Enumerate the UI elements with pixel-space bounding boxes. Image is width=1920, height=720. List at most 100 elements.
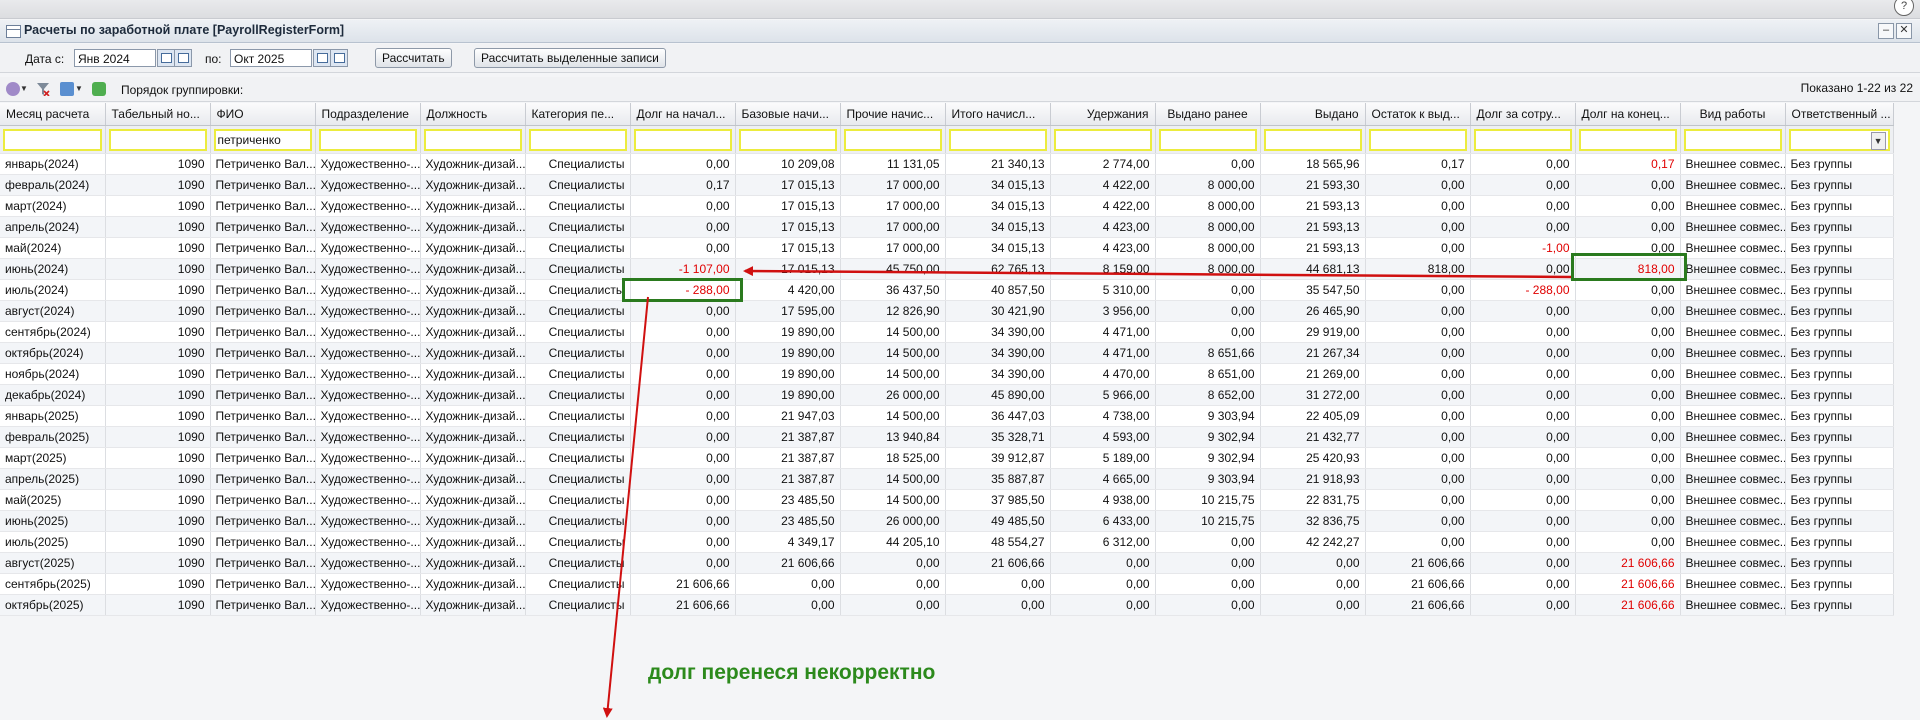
date-picker-icon[interactable] (174, 49, 192, 67)
column-header[interactable]: Выдано ранее (1155, 103, 1261, 126)
table-row[interactable]: апрель(2024) 1090 Петриченко Вал... Художес… (0, 216, 1894, 238)
table-row[interactable]: май(2024) 1090 Петриченко Вал... Художестве… (0, 237, 1894, 259)
column-header[interactable]: Вид работы (1680, 103, 1786, 126)
calculate-button[interactable]: Рассчитать (375, 48, 452, 68)
table-cell: Петриченко Вал... (210, 195, 316, 217)
filter-input[interactable] (108, 128, 207, 151)
column-header[interactable]: Должность (420, 103, 526, 126)
column-header[interactable]: Подразделение (315, 103, 421, 126)
table-row[interactable]: октябрь(2024) 1090 Петриченко Вал... Художе… (0, 342, 1894, 364)
table-row[interactable]: сентябрь(2025) 1090 Петриченко Вал... Худож… (0, 573, 1894, 595)
calendar-icon[interactable] (157, 49, 175, 67)
column-header[interactable]: Прочие начис... (840, 103, 946, 126)
filter-input[interactable] (1368, 128, 1467, 151)
column-header[interactable]: Месяц расчета (0, 103, 106, 126)
table-row[interactable]: август(2025) 1090 Петриченко Вал... Художес… (0, 552, 1894, 574)
column-header[interactable]: Долг на конец... (1575, 103, 1681, 126)
table-row[interactable]: август(2024) 1090 Петриченко Вал... Художес… (0, 300, 1894, 322)
filter-input[interactable] (1473, 128, 1572, 151)
table-cell: 21 606,66 (1365, 552, 1471, 574)
filter-input[interactable] (1158, 128, 1257, 151)
table-cell: 0,00 (1470, 573, 1576, 595)
column-header[interactable]: Долг за сотру... (1470, 103, 1576, 126)
table-row[interactable]: март(2025) 1090 Петриченко Вал... Художеств… (0, 447, 1894, 469)
table-cell: 8 000,00 (1155, 216, 1261, 238)
table-row[interactable]: сентябрь(2024) 1090 Петриченко Вал... Худож… (0, 321, 1894, 343)
table-cell: Петриченко Вал... (210, 531, 316, 553)
date-to-field[interactable]: Окт 2025 (230, 49, 312, 67)
filter-input[interactable] (423, 128, 522, 151)
chevron-down-icon[interactable]: ▼ (75, 82, 83, 96)
column-header[interactable]: Итого начисл... (945, 103, 1051, 126)
table-row[interactable]: май(2025) 1090 Петриченко Вал... Художестве… (0, 489, 1894, 511)
table-row[interactable]: январь(2024) 1090 Петриченко Вал... Художес… (0, 153, 1894, 175)
table-row[interactable]: ноябрь(2024) 1090 Петриченко Вал... Художес… (0, 363, 1894, 385)
filter-input[interactable] (1683, 128, 1782, 151)
table-cell: Специалисты (525, 216, 631, 238)
date-picker-icon[interactable] (330, 49, 348, 67)
table-cell: Специалисты (525, 384, 631, 406)
minimize-button[interactable]: – (1878, 23, 1894, 39)
fio-filter-input[interactable]: петриченко (213, 128, 312, 151)
table-row[interactable]: июнь(2024) 1090 Петриченко Вал... Художеств… (0, 258, 1894, 280)
close-button[interactable]: ✕ (1896, 23, 1912, 39)
table-cell: 0,00 (1260, 573, 1366, 595)
filter-input[interactable] (528, 128, 627, 151)
filter-input[interactable] (1578, 128, 1677, 151)
column-header[interactable]: Табельный но... (105, 103, 211, 126)
table-cell: Художник-дизай... (420, 468, 526, 490)
column-header[interactable]: Остаток к выд... (1365, 103, 1471, 126)
filter-input[interactable] (1263, 128, 1362, 151)
columns-menu-icon[interactable] (60, 82, 74, 96)
calendar-icon[interactable] (313, 49, 331, 67)
table-row[interactable]: март(2024) 1090 Петриченко Вал... Художеств… (0, 195, 1894, 217)
filter-input[interactable]: ▼ (1788, 128, 1890, 151)
table-row[interactable]: июль(2024) 1090 Петриченко Вал... Художеств… (0, 279, 1894, 301)
chevron-down-icon[interactable]: ▼ (1870, 131, 1886, 150)
filter-input[interactable] (633, 128, 732, 151)
table-cell: 21 269,00 (1260, 363, 1366, 385)
table-cell: 18 565,96 (1260, 153, 1366, 175)
column-header[interactable]: Выдано (1260, 103, 1366, 126)
table-cell: 17 015,13 (735, 216, 841, 238)
filter-input[interactable] (318, 128, 417, 151)
table-cell: 0,00 (1470, 531, 1576, 553)
filter-input[interactable] (948, 128, 1047, 151)
table-cell: 0,00 (630, 552, 736, 574)
chevron-down-icon[interactable]: ▼ (20, 82, 28, 96)
table-row[interactable]: декабрь(2024) 1090 Петриченко Вал... Художе… (0, 384, 1894, 406)
table-cell: 1090 (105, 195, 211, 217)
filter-input[interactable] (1053, 128, 1152, 151)
filter-cell (420, 125, 526, 154)
filter-input[interactable] (738, 128, 837, 151)
help-icon[interactable]: ? (1894, 0, 1914, 16)
table-row[interactable]: июль(2025) 1090 Петриченко Вал... Художеств… (0, 531, 1894, 553)
settings-menu-icon[interactable] (6, 82, 20, 96)
table-cell: 9 303,94 (1155, 405, 1261, 427)
table-cell: 2 774,00 (1050, 153, 1156, 175)
filter-cell (945, 125, 1051, 154)
table-row[interactable]: июнь(2025) 1090 Петриченко Вал... Художеств… (0, 510, 1894, 532)
filter-cell (630, 125, 736, 154)
table-row[interactable]: апрель(2025) 1090 Петриченко Вал... Художес… (0, 468, 1894, 490)
calculate-selected-button[interactable]: Рассчитать выделенные записи (474, 48, 666, 68)
table-row[interactable]: январь(2025) 1090 Петриченко Вал... Художес… (0, 405, 1894, 427)
column-header[interactable]: Базовые начи... (735, 103, 841, 126)
column-header[interactable]: Долг на начал... (630, 103, 736, 126)
column-header[interactable]: ФИО (210, 103, 316, 126)
filter-input[interactable] (3, 128, 102, 151)
refresh-icon[interactable] (92, 82, 106, 96)
table-cell: июнь(2025) (0, 510, 106, 532)
table-cell: 0,00 (735, 594, 841, 616)
table-row[interactable]: февраль(2025) 1090 Петриченко Вал... Художе… (0, 426, 1894, 448)
column-header[interactable]: Категория пе... (525, 103, 631, 126)
column-header[interactable]: Ответственный ... (1785, 103, 1894, 126)
table-cell: 0,00 (1575, 405, 1681, 427)
clear-filter-icon[interactable] (36, 82, 50, 97)
column-header[interactable]: Удержания (1050, 103, 1156, 126)
table-row[interactable]: октябрь(2025) 1090 Петриченко Вал... Художе… (0, 594, 1894, 616)
date-from-field[interactable]: Янв 2024 (74, 49, 156, 67)
filter-cell (840, 125, 946, 154)
table-row[interactable]: февраль(2024) 1090 Петриченко Вал... Художе… (0, 174, 1894, 196)
filter-input[interactable] (843, 128, 942, 151)
